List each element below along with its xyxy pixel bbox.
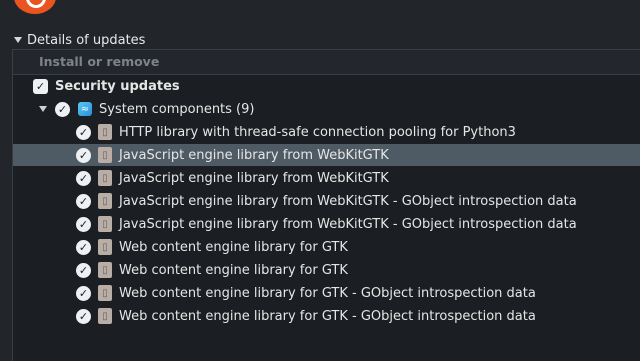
system-components-icon: ≈ <box>78 102 92 116</box>
package-icon: ▯ <box>98 308 112 324</box>
package-label: JavaScript engine library from WebKitGTK… <box>119 193 577 209</box>
expand-arrow-icon <box>14 37 22 43</box>
package-row[interactable]: ✓ ▯ Web content engine library for GTK - G… <box>13 305 640 327</box>
check-icon[interactable]: ✓ <box>76 308 91 324</box>
package-row[interactable]: ✓ ▯ HTTP library with thread-safe connecti… <box>13 121 640 143</box>
check-icon[interactable]: ✓ <box>76 216 91 232</box>
package-icon: ▯ <box>98 170 112 186</box>
package-icon: ▯ <box>98 262 112 278</box>
package-label: Web content engine library for GTK - GOb… <box>119 308 536 324</box>
system-components-row[interactable]: ✓ ≈ System components (9) <box>13 98 640 120</box>
updates-tree[interactable]: Install or remove ✓ Security updates ✓ ≈… <box>12 49 640 361</box>
app-logo-icon <box>14 0 56 14</box>
package-icon: ▯ <box>98 193 112 209</box>
package-row[interactable]: ✓ ▯ JavaScript engine library from WebKitG… <box>13 167 640 189</box>
package-label: Web content engine library for GTK <box>119 239 348 255</box>
package-label: Web content engine library for GTK - GOb… <box>119 285 536 301</box>
details-label: Details of updates <box>27 32 146 48</box>
package-icon: ▯ <box>98 285 112 301</box>
package-icon: ▯ <box>98 216 112 232</box>
package-row[interactable]: ✓ ▯ JavaScript engine library from WebKitG… <box>13 213 640 235</box>
package-row[interactable]: ✓ ▯ Web content engine library for GTK <box>13 259 640 281</box>
package-label: Web content engine library for GTK <box>119 262 348 278</box>
package-label: JavaScript engine library from WebKitGTK <box>119 147 389 163</box>
check-icon[interactable]: ✓ <box>76 147 91 163</box>
package-icon: ▯ <box>98 239 112 255</box>
section-label: Security updates <box>55 78 180 94</box>
check-icon[interactable]: ✓ <box>76 193 91 209</box>
package-label: JavaScript engine library from WebKitGTK… <box>119 216 577 232</box>
package-row[interactable]: ✓ ▯ JavaScript engine library from WebKitG… <box>13 144 640 166</box>
check-icon[interactable]: ✓ <box>76 170 91 186</box>
expand-arrow-icon[interactable] <box>39 106 47 112</box>
check-icon[interactable]: ✓ <box>76 285 91 301</box>
package-icon: ▯ <box>98 124 112 140</box>
check-icon[interactable]: ✓ <box>76 262 91 278</box>
check-icon[interactable]: ✓ <box>55 101 70 117</box>
package-row[interactable]: ✓ ▯ Web content engine library for GTK <box>13 236 640 258</box>
column-header[interactable]: Install or remove <box>13 50 640 75</box>
package-row[interactable]: ✓ ▯ Web content engine library for GTK - G… <box>13 282 640 304</box>
check-icon[interactable]: ✓ <box>76 239 91 255</box>
group-label: System components (9) <box>99 101 255 117</box>
package-label: JavaScript engine library from WebKitGTK <box>119 170 389 186</box>
check-icon[interactable]: ✓ <box>33 78 48 94</box>
security-updates-row[interactable]: ✓ Security updates <box>13 75 640 97</box>
package-row[interactable]: ✓ ▯ JavaScript engine library from WebKitG… <box>13 190 640 212</box>
package-label: HTTP library with thread-safe connection… <box>119 124 516 140</box>
details-expander[interactable]: Details of updates <box>14 31 145 49</box>
check-icon[interactable]: ✓ <box>76 124 91 140</box>
package-icon: ▯ <box>98 147 112 163</box>
